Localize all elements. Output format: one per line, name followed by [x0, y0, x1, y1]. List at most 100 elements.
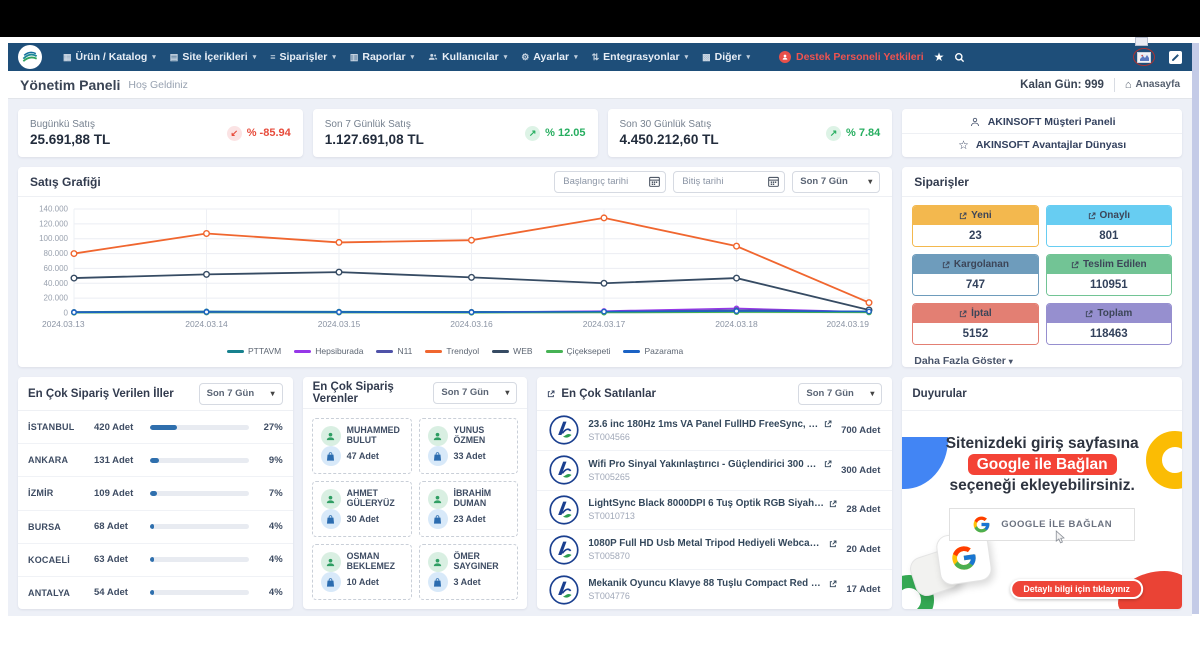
- nav-item-diger[interactable]: ▩ Diğer ▾: [695, 51, 757, 63]
- gear-icon: ⚙: [521, 52, 529, 63]
- buyer-card: İBRAHİM DUMAN 23 Adet: [419, 481, 519, 537]
- product-title-link[interactable]: 1080P Full HD Usb Metal Tripod Hediyeli …: [588, 538, 837, 549]
- external-link-icon: [1085, 310, 1093, 318]
- caret-down-icon: ▾: [253, 53, 257, 61]
- city-row: İZMİR 109 Adet 7%: [18, 477, 293, 510]
- buyer-card: MUHAMMED BULUT 47 Adet: [312, 418, 412, 474]
- announcement-banner[interactable]: Sitenizdeki giriş sayfasına Google ile B…: [902, 411, 1182, 609]
- product-title-link[interactable]: Mekanik Oyuncu Klavye 88 Tuşlu Compact R…: [588, 578, 837, 589]
- product-title-link[interactable]: LightSync Black 8000DPI 6 Tuş Optik RGB …: [588, 498, 837, 509]
- arrow-down-icon: ↙: [227, 126, 242, 141]
- bag-icon: [321, 446, 341, 466]
- order-status-count: 110951: [1047, 274, 1171, 295]
- chart-range-select[interactable]: Son 7 Gün ▾: [792, 171, 880, 193]
- legend-item-PTTAVM[interactable]: PTTAVM: [227, 346, 281, 356]
- person-icon: [321, 489, 341, 509]
- stat-label: Bugünkü Satış: [30, 119, 110, 130]
- stat-value: 1.127.691,08 TL: [325, 132, 424, 147]
- external-link-icon[interactable]: [547, 390, 555, 398]
- order-status-button-3[interactable]: Teslim Edilen 110951: [1046, 254, 1172, 296]
- stat-label: Son 30 Günlük Satış: [620, 119, 719, 130]
- product-sku: ST0010713: [588, 511, 837, 521]
- buyer-card: AHMET GÜLERYÜZ 30 Adet: [312, 481, 412, 537]
- akinsoft-logo[interactable]: [18, 45, 42, 69]
- city-row: İSTANBUL 420 Adet 27%: [18, 411, 293, 444]
- announcement-detail-link[interactable]: Detaylı bilgi için tıklayınız: [1010, 579, 1143, 599]
- legend-item-Trendyol[interactable]: Trendyol: [425, 346, 479, 356]
- google-connect-button[interactable]: GOOGLE İLE BAĞLAN: [949, 508, 1135, 541]
- legend-item-N11[interactable]: N11: [376, 346, 412, 356]
- nav-item-site-icerikleri[interactable]: ▤ Site İçerikleri ▾: [163, 51, 263, 63]
- order-status-button-2[interactable]: Kargolanan 747: [912, 254, 1038, 296]
- cities-list: İSTANBUL 420 Adet 27% ANKARA 131 Adet 9%…: [18, 411, 293, 609]
- home-link[interactable]: ⌂ Anasayfa: [1125, 79, 1180, 91]
- legend-item-WEB[interactable]: WEB: [492, 346, 532, 356]
- search-icon[interactable]: [954, 52, 965, 63]
- nav-item-siparisler[interactable]: ≡ Siparişler ▾: [263, 51, 343, 63]
- external-link-icon: [1088, 212, 1096, 220]
- calendar-icon[interactable]: [649, 176, 660, 190]
- external-link-icon: [829, 500, 837, 508]
- app-window: ▦ Ürün / Katalog ▾ ▤ Site İçerikleri ▾ ≡…: [8, 43, 1192, 616]
- cities-range-select[interactable]: Son 7 Gün ▾: [199, 383, 283, 405]
- advantages-link[interactable]: ☆ AKINSOFT Avantajlar Dünyası: [902, 133, 1182, 156]
- product-qty: 700 Adet: [841, 425, 880, 436]
- order-status-button-4[interactable]: İptal 5152: [912, 303, 1038, 345]
- announcement-text: Sitenizdeki giriş sayfasına Google ile B…: [902, 433, 1182, 496]
- compose-icon[interactable]: [1169, 51, 1182, 64]
- favorites-star-icon[interactable]: ★: [934, 50, 945, 64]
- external-link-icon: [942, 261, 950, 269]
- nav-item-ayarlar[interactable]: ⚙ Ayarlar ▾: [514, 51, 584, 63]
- orders-grid: Yeni 23 Onaylı 801 Kargolanan 747 Teslim…: [902, 197, 1182, 349]
- page-header: Yönetim Paneli Hoş Geldiniz Kalan Gün: 9…: [8, 71, 1192, 99]
- legend-item-Pazarama[interactable]: Pazarama: [623, 346, 683, 356]
- order-status-button-1[interactable]: Onaylı 801: [1046, 205, 1172, 247]
- buyers-range-select[interactable]: Son 7 Gün ▾: [433, 382, 517, 404]
- product-title-link[interactable]: Wifi Pro Sinyal Yakınlaştırıcı - Güçlend…: [588, 459, 832, 470]
- stat-delta: ↙ % -85.94: [227, 126, 291, 141]
- language-flag-icon[interactable]: [1133, 48, 1155, 66]
- order-status-button-0[interactable]: Yeni 23: [912, 205, 1038, 247]
- product-qty: 300 Adet: [841, 465, 880, 476]
- nav-item-entegrasyonlar[interactable]: ⇅ Entegrasyonlar ▾: [585, 51, 696, 63]
- nav-item-raporlar[interactable]: ▥ Raporlar ▾: [343, 51, 421, 63]
- product-row: 23.6 inc 180Hz 1ms VA Panel FullHD FreeS…: [537, 411, 892, 451]
- product-row: Wifi Pro Sinyal Yakınlaştırıcı - Güçlend…: [537, 451, 892, 491]
- support-staff-permissions-link[interactable]: Destek Personeli Yetkileri: [779, 51, 924, 63]
- announcements-card: Duyurular Sitenizdeki giriş sayfasına Go…: [902, 377, 1182, 609]
- top-cities-card: En Çok Sipariş Verilen İller Son 7 Gün ▾…: [18, 377, 293, 609]
- buyers-grid: MUHAMMED BULUT 47 Adet YUNUS ÖZMEN 33 Ad…: [303, 409, 528, 609]
- google-g-icon: [972, 515, 991, 534]
- arrow-up-icon: ↗: [525, 126, 540, 141]
- orders-title: Siparişler: [914, 175, 969, 189]
- chevron-down-icon: ▾: [271, 389, 275, 398]
- customer-panel-link[interactable]: AKINSOFT Müşteri Paneli: [902, 110, 1182, 133]
- nav-item-urun-katalog[interactable]: ▦ Ürün / Katalog ▾: [56, 51, 163, 63]
- caret-down-icon: ▾: [746, 53, 750, 61]
- legend-item-Çiçeksepeti[interactable]: Çiçeksepeti: [546, 346, 611, 356]
- page-scrollbar[interactable]: [1192, 43, 1199, 614]
- show-more-link[interactable]: Daha Fazla Göster ▾: [902, 349, 1182, 373]
- remaining-days: Kalan Gün: 999: [1020, 79, 1104, 91]
- calendar-icon[interactable]: [768, 176, 779, 190]
- product-title-link[interactable]: 23.6 inc 180Hz 1ms VA Panel FullHD FreeS…: [588, 419, 832, 430]
- order-status-button-5[interactable]: Toplam 118463: [1046, 303, 1172, 345]
- sales-chart-card: Satış Grafiği: [18, 167, 892, 367]
- akinsoft-product-logo: [549, 455, 579, 485]
- products-range-select[interactable]: Son 7 Gün ▾: [798, 383, 882, 405]
- stat-card-today-sales: Bugünkü Satış 25.691,88 TL ↙ % -85.94: [18, 109, 303, 157]
- svg-text:120.000: 120.000: [39, 219, 68, 228]
- integrations-icon: ⇅: [592, 52, 600, 63]
- caret-down-icon: ▾: [332, 53, 336, 61]
- person-icon: [428, 489, 448, 509]
- stat-label: Son 7 Günlük Satış: [325, 119, 424, 130]
- caret-down-icon: ▾: [504, 53, 508, 61]
- nav-item-kullanicilar[interactable]: Kullanıcılar ▾: [421, 51, 514, 63]
- buyer-card: OSMAN BEKLEMEZ 10 Adet: [312, 544, 412, 600]
- svg-text:100.000: 100.000: [39, 234, 68, 243]
- external-link-icon: [959, 212, 967, 220]
- legend-item-Hepsiburada[interactable]: Hepsiburada: [294, 346, 363, 356]
- stat-delta: ↗ % 7.84: [826, 126, 880, 141]
- person-icon: [969, 116, 981, 128]
- support-person-icon: [779, 51, 791, 63]
